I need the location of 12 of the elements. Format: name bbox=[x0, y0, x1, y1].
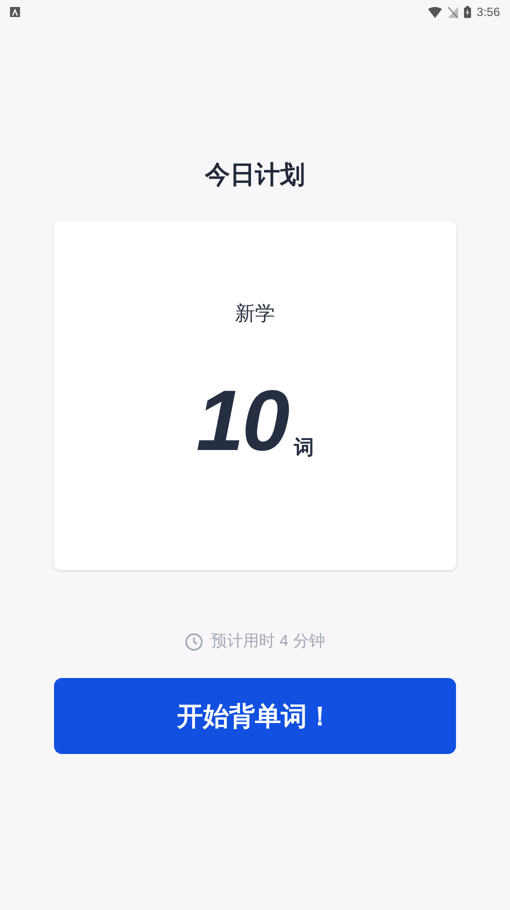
battery-icon bbox=[464, 6, 471, 18]
notification-icon bbox=[10, 7, 20, 17]
no-signal-icon bbox=[448, 6, 458, 18]
word-unit: 词 bbox=[294, 436, 314, 461]
status-time: 3:56 bbox=[476, 4, 500, 21]
plan-label: 新学 bbox=[235, 302, 275, 327]
word-count: 10 bbox=[196, 381, 288, 461]
clock-icon bbox=[185, 633, 204, 651]
start-button[interactable]: 开始背单词！ bbox=[54, 678, 456, 754]
wifi-icon bbox=[428, 6, 442, 18]
time-estimate: 预计用时 4 分钟 bbox=[211, 632, 325, 652]
page-title: 今日计划 bbox=[205, 160, 305, 191]
